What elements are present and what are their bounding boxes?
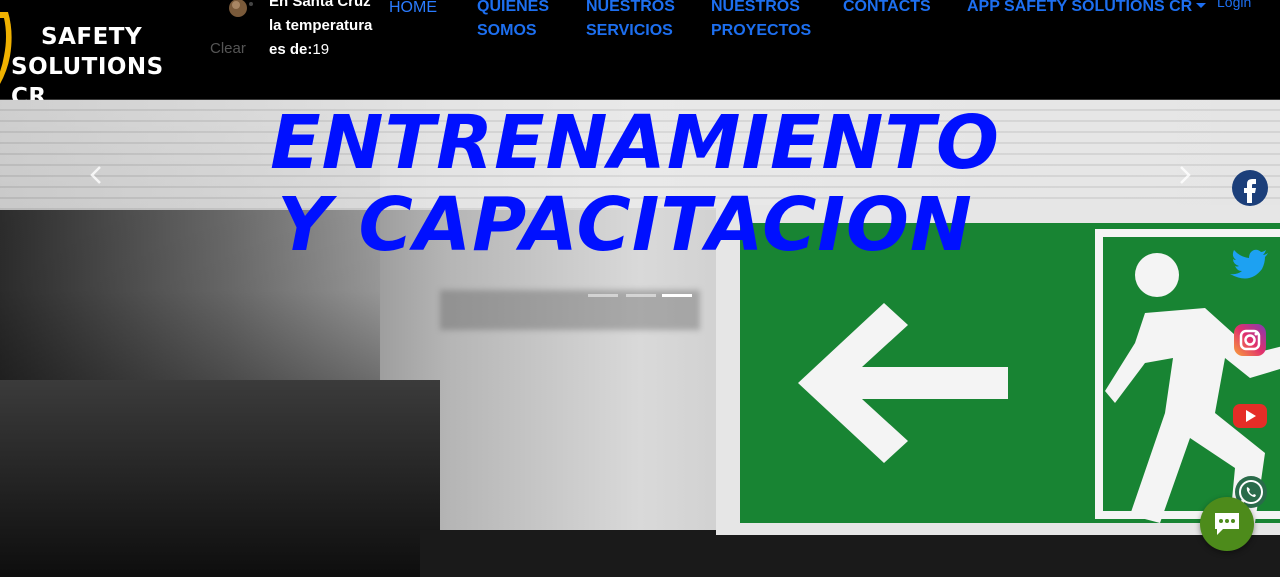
nav-quienes-somos[interactable]: QUIENES SOMOS <box>477 0 549 43</box>
youtube-icon <box>1233 404 1267 428</box>
hero-carousel: ENTRENAMIENTO Y CAPACITACION <box>0 100 1280 577</box>
chat-button[interactable] <box>1200 497 1254 551</box>
carousel-indicator[interactable] <box>588 294 618 297</box>
instagram-button[interactable] <box>1230 320 1270 360</box>
exit-sign-panel <box>740 223 1280 523</box>
nav-quienes-line1: QUIENES <box>477 0 550 15</box>
carousel-next-button[interactable] <box>1175 160 1195 190</box>
background-floor <box>420 530 1280 577</box>
twitter-icon <box>1230 249 1268 279</box>
nav-nuestros-proyectos[interactable]: NUESTROS PROYECTOS <box>711 0 811 43</box>
carousel-prev-button[interactable] <box>86 160 106 190</box>
youtube-button[interactable] <box>1230 396 1270 436</box>
arrow-left-icon <box>798 303 1008 463</box>
nav-home[interactable]: HOME <box>389 0 437 20</box>
chevron-left-icon <box>90 166 101 184</box>
nav-app-label: APP SAFETY SOLUTIONS CR <box>967 0 1193 15</box>
hero-title: ENTRENAMIENTO Y CAPACITACION <box>0 102 1280 266</box>
nav-servicios-line2: SERVICIOS <box>586 22 673 39</box>
facebook-icon <box>1232 170 1268 206</box>
chevron-right-icon <box>1180 166 1191 184</box>
carousel-indicators <box>588 294 698 298</box>
hero-title-line1: ENTRENAMIENTO <box>270 100 1000 186</box>
nav-contacts[interactable]: CONTACTS <box>843 0 931 19</box>
chat-bubble-icon <box>1215 513 1239 535</box>
background-pillar <box>0 380 440 577</box>
nav-quienes-line2: SOMOS <box>477 22 537 39</box>
nav-app-dropdown[interactable]: APP SAFETY SOLUTIONS CR <box>967 0 1207 19</box>
instagram-icon <box>1234 324 1266 356</box>
nav-proyectos-line2: PROYECTOS <box>711 22 812 39</box>
facebook-button[interactable] <box>1230 168 1270 208</box>
nav-proyectos-line1: NUESTROS <box>711 0 800 15</box>
social-sidebar <box>1230 168 1270 518</box>
twitter-button[interactable] <box>1230 244 1270 284</box>
main-nav: HOME QUIENES SOMOS NUESTROS SERVICIOS NU… <box>0 0 1280 100</box>
carousel-indicator[interactable] <box>626 294 656 297</box>
nav-nuestros-servicios[interactable]: NUESTROS SERVICIOS <box>586 0 675 43</box>
caret-down-icon <box>1196 3 1207 8</box>
nav-servicios-line1: NUESTROS <box>586 0 675 15</box>
hero-title-line2: Y CAPACITACION <box>277 182 973 268</box>
login-link[interactable]: Login <box>1217 0 1251 10</box>
top-navbar: SAFETY SOLUTIONS CR Clear En Santa Cruz … <box>0 0 1280 110</box>
carousel-indicator[interactable] <box>662 294 692 297</box>
